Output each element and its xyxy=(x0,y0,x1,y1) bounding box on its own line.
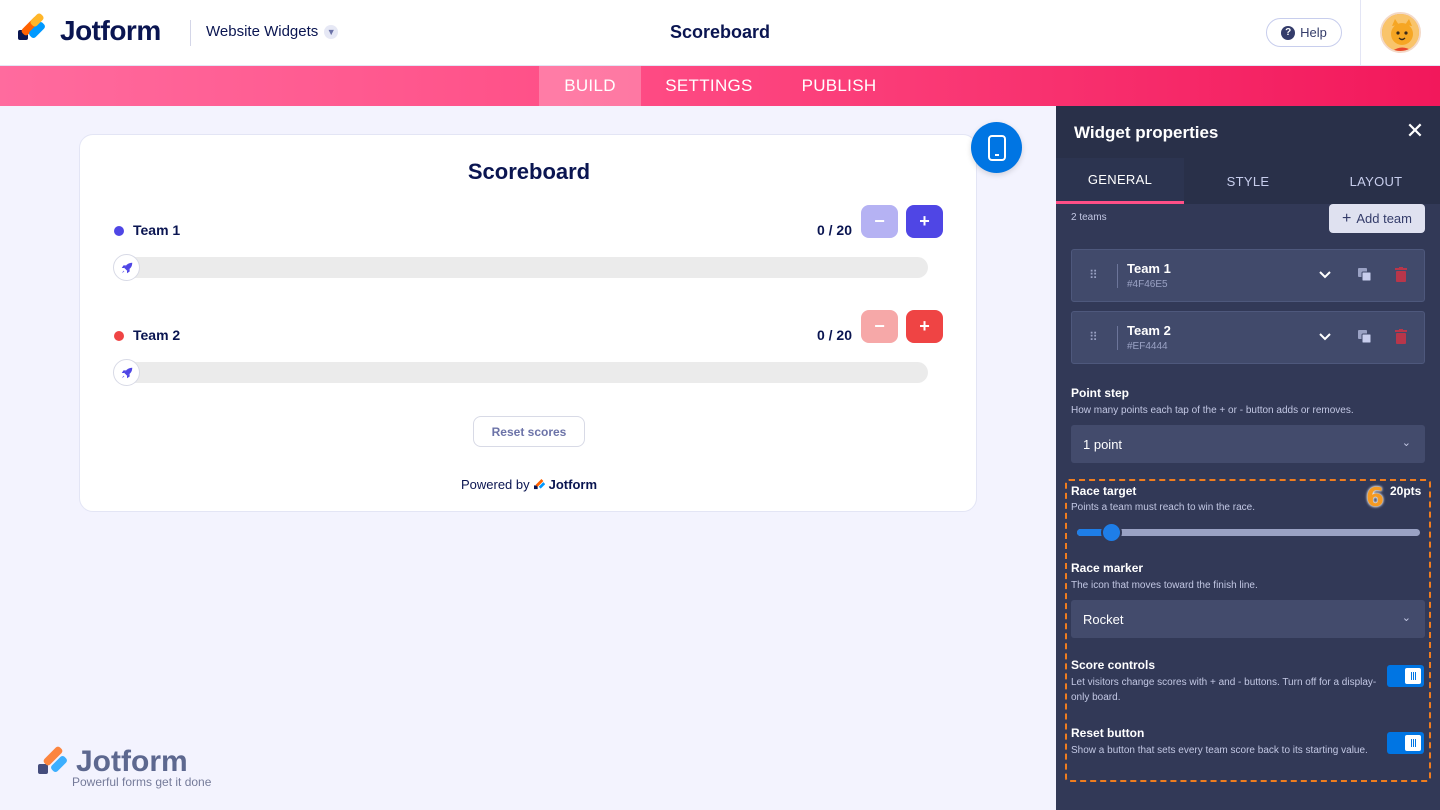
slider-thumb[interactable] xyxy=(1101,522,1122,543)
team-score: 0 / 20 xyxy=(816,327,852,343)
rocket-icon xyxy=(113,359,140,386)
team-score: 0 / 20 xyxy=(816,222,852,238)
chevron-down-icon: ⌄ xyxy=(1401,437,1411,449)
reset-scores-button[interactable]: Reset scores xyxy=(473,416,585,447)
team-card[interactable]: ⠿ Team 1 #4F46E5 xyxy=(1071,249,1425,302)
reset-button-toggle[interactable] xyxy=(1387,732,1424,754)
race-marker-label: Race marker xyxy=(1071,561,1144,575)
powered-by-brand: Jotform xyxy=(548,477,598,492)
widget-properties-panel: Widget properties ✕ GENERAL STYLE LAYOUT… xyxy=(1056,106,1440,810)
mobile-preview-button[interactable] xyxy=(971,122,1022,173)
race-marker-value: Rocket xyxy=(1083,612,1124,627)
race-marker-select[interactable]: Rocket ⌄ xyxy=(1071,600,1425,638)
duplicate-icon[interactable] xyxy=(1358,330,1372,344)
decrement-button[interactable]: − xyxy=(861,205,898,238)
jotform-logo-icon xyxy=(18,12,48,46)
brand-name: Jotform xyxy=(60,15,161,46)
trash-icon[interactable] xyxy=(1395,267,1407,282)
team-card-name: Team 2 xyxy=(1127,323,1171,338)
team-color-dot xyxy=(114,331,124,341)
score-controls-label: Score controls xyxy=(1071,658,1156,672)
race-track xyxy=(113,254,928,281)
teams-count: 2 teams xyxy=(1071,212,1107,223)
drag-handle-icon[interactable]: ⠿ xyxy=(1089,330,1098,344)
top-header: Jotform Website Widgets ▼ Scoreboard ? H… xyxy=(0,0,1440,66)
watermark-brand: Jotform xyxy=(76,745,188,778)
point-step-select[interactable]: 1 point ⌄ xyxy=(1071,425,1425,463)
panel-tabs: GENERAL STYLE LAYOUT xyxy=(1056,158,1440,204)
race-target-desc: Points a team must reach to win the race… xyxy=(1071,502,1255,513)
header-separator xyxy=(1360,0,1361,66)
powered-by[interactable]: Powered by Jotform xyxy=(80,477,978,492)
tab-settings[interactable]: SETTINGS xyxy=(655,66,763,106)
team-card[interactable]: ⠿ Team 2 #EF4444 xyxy=(1071,311,1425,364)
builder-nav: BUILD SETTINGS PUBLISH xyxy=(0,66,1440,106)
team-row: Team 1 0 / 20 − + xyxy=(113,205,944,282)
powered-by-text: Powered by xyxy=(460,477,530,492)
race-target-label: Race target xyxy=(1071,484,1137,498)
product-name: Website Widgets xyxy=(206,23,319,40)
drag-handle-icon[interactable]: ⠿ xyxy=(1089,268,1098,282)
watermark-tagline: Powerful forms get it done xyxy=(72,775,212,789)
team-card-name: Team 1 xyxy=(1127,261,1171,276)
team-card-divider xyxy=(1117,326,1118,350)
team-name: Team 2 xyxy=(133,327,181,343)
jotform-logo[interactable]: Jotform xyxy=(18,12,161,47)
tab-publish[interactable]: PUBLISH xyxy=(790,66,888,106)
tab-style[interactable]: STYLE xyxy=(1184,158,1312,204)
widget-title: Scoreboard xyxy=(467,159,591,184)
score-controls-toggle[interactable] xyxy=(1387,665,1424,687)
team-card-color: #EF4444 xyxy=(1127,341,1168,352)
jotform-watermark: Jotform Powerful forms get it done xyxy=(38,745,211,789)
avatar[interactable] xyxy=(1380,12,1421,53)
jotform-mini-logo-icon xyxy=(533,479,545,490)
chevron-down-icon: ⌄ xyxy=(1401,612,1411,624)
tab-layout[interactable]: LAYOUT xyxy=(1312,158,1440,204)
point-step-desc: How many points each tap of the + or - b… xyxy=(1071,405,1354,416)
question-icon: ? xyxy=(1281,25,1296,40)
jotform-logo-icon xyxy=(38,746,67,774)
score-controls-desc: Let visitors change scores with + and - … xyxy=(1071,677,1377,703)
panel-title: Widget properties xyxy=(1074,123,1219,142)
race-track xyxy=(113,359,928,386)
toggle-knob xyxy=(1405,668,1421,684)
chevron-down-icon[interactable] xyxy=(1319,266,1331,282)
product-switcher[interactable]: Website Widgets ▼ xyxy=(206,23,339,40)
duplicate-icon[interactable] xyxy=(1358,268,1372,282)
avatar-illustration xyxy=(1382,14,1419,51)
team-card-color: #4F46E5 xyxy=(1127,279,1168,290)
race-marker-desc: The icon that moves toward the finish li… xyxy=(1071,580,1258,591)
increment-button[interactable]: + xyxy=(906,310,943,343)
increment-button[interactable]: + xyxy=(906,205,943,238)
trash-icon[interactable] xyxy=(1395,329,1407,344)
chevron-down-icon: ▼ xyxy=(324,24,339,39)
tab-build[interactable]: BUILD xyxy=(539,66,641,106)
point-step-label: Point step xyxy=(1071,386,1130,400)
point-step-value: 1 point xyxy=(1083,437,1123,452)
phone-icon xyxy=(987,134,1006,161)
team-row: Team 2 0 / 20 − + xyxy=(113,310,944,387)
rocket-icon xyxy=(113,254,140,281)
help-button[interactable]: ? Help xyxy=(1266,18,1342,47)
team-card-divider xyxy=(1117,264,1118,288)
reset-button-label: Reset button xyxy=(1071,726,1145,740)
reset-button-desc: Show a button that sets every team score… xyxy=(1071,745,1368,756)
scoreboard-widget-preview: Scoreboard Team 1 0 / 20 − + Team 2 0 / … xyxy=(79,134,977,512)
decrement-button[interactable]: − xyxy=(861,310,898,343)
add-team-label: Add team xyxy=(1356,211,1412,226)
chevron-down-icon[interactable] xyxy=(1319,328,1331,344)
plus-icon: + xyxy=(1342,209,1352,227)
tab-general[interactable]: GENERAL xyxy=(1056,158,1184,204)
race-target-slider[interactable] xyxy=(1077,522,1420,543)
race-target-value: 20pts xyxy=(1390,484,1422,498)
team-color-dot xyxy=(114,226,124,236)
page-title: Scoreboard xyxy=(669,22,771,42)
help-label: Help xyxy=(1300,25,1327,40)
toggle-knob xyxy=(1405,735,1421,751)
team-name: Team 1 xyxy=(133,222,181,238)
close-icon[interactable]: ✕ xyxy=(1404,120,1426,142)
header-divider xyxy=(190,20,191,46)
add-team-button[interactable]: + Add team xyxy=(1329,204,1425,233)
panel-header: Widget properties ✕ xyxy=(1056,106,1440,158)
